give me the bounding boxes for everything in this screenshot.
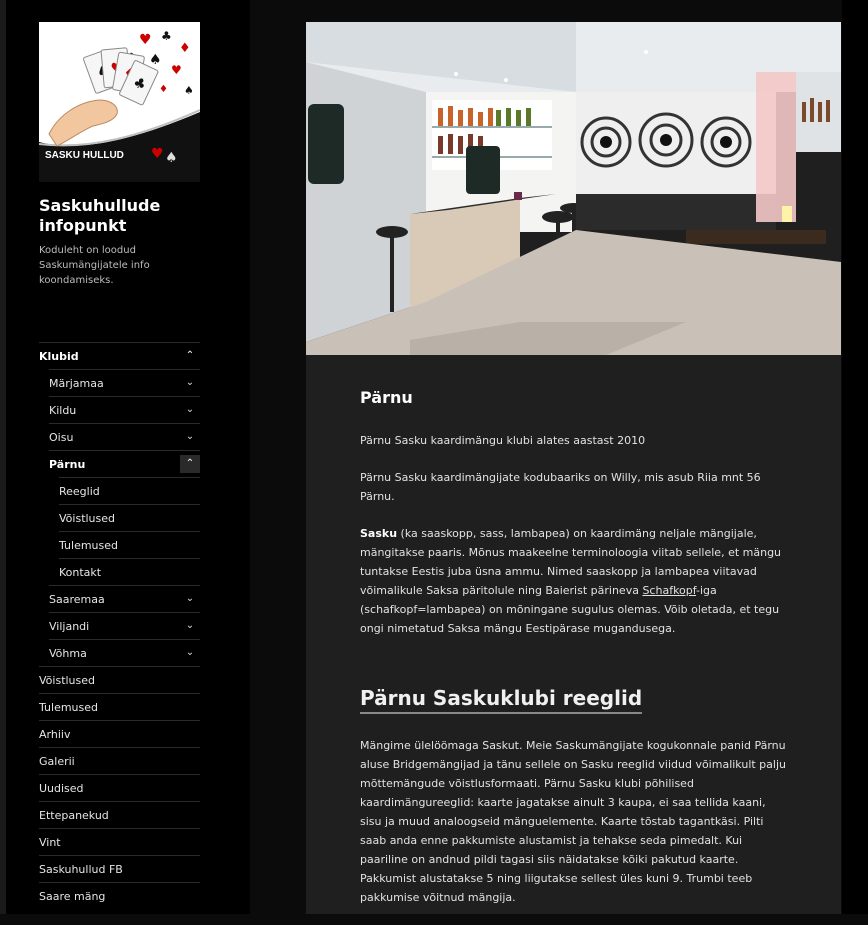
nav-item-label: Võistlused (59, 512, 116, 525)
nav-item[interactable]: Saskuhullud FB (39, 855, 200, 882)
chevron-down-icon[interactable]: ⌄ (180, 374, 200, 392)
nav-item[interactable]: Pärnu ⌃ (49, 450, 200, 477)
nav-item[interactable]: Vint (39, 828, 200, 855)
nav-item[interactable]: Märjamaa ⌄ (49, 369, 200, 396)
nav-item-label: Vint (39, 836, 61, 849)
nav-item-label: Oisu (49, 431, 74, 444)
nav-item-label: Võistlused (39, 674, 96, 687)
chevron-down-icon[interactable]: ⌄ (180, 590, 200, 608)
chevron-down-icon[interactable]: ⌄ (180, 617, 200, 635)
schafkopf-link[interactable]: Schafkopf (642, 584, 696, 597)
nav-item-label: Saare mäng (39, 890, 106, 903)
nav-item[interactable]: Klubid ⌃ (39, 342, 200, 369)
hero-image (306, 22, 841, 355)
post-paragraph-3: Sasku (ka saaskopp, sass, lambapea) on k… (360, 524, 790, 638)
nav-item-label: Tulemused (59, 539, 119, 552)
nav-item-label: Arhiiv (39, 728, 71, 741)
nav-item-label: Galerii (39, 755, 75, 768)
nav-item[interactable]: Oisu ⌄ (49, 423, 200, 450)
main-content: Pärnu Pärnu Sasku kaardimängu klubi alat… (306, 22, 841, 914)
post-article: Pärnu Pärnu Sasku kaardimängu klubi alat… (360, 388, 790, 925)
nav-item-label: Märjamaa (49, 377, 104, 390)
svg-text:♥: ♥ (139, 32, 152, 48)
logo-text: SASKU HULLUD (45, 150, 124, 161)
nav-item[interactable]: Saaremaa ⌄ (49, 585, 200, 612)
nav-item-label: Reeglid (59, 485, 100, 498)
nav-item[interactable]: Saare mäng (39, 882, 200, 909)
site-description: Koduleht on loodud Saskumängijatele info… (39, 245, 150, 286)
main-navigation: Klubid ⌃ Märjamaa ⌄ Kildu ⌄ Oisu ⌄ Pärnu ⌃ Reeglid… (39, 342, 200, 909)
rules-heading[interactable]: Pärnu Saskuklubi reeglid (360, 686, 643, 714)
nav-item[interactable]: Võistlused (39, 666, 200, 693)
site-logo[interactable]: ♥ ♣ ♦ ♠ ♥ ♣ ♠ ♦ ♠ ♥ ♦ (39, 22, 200, 182)
nav-item[interactable]: Viljandi ⌄ (49, 612, 200, 639)
chevron-up-icon[interactable]: ⌃ (180, 455, 200, 473)
nav-item-label: Klubid (39, 350, 79, 363)
right-edge (842, 0, 868, 914)
nav-item-label: Ettepanekud (39, 809, 109, 822)
svg-text:♦: ♦ (159, 84, 168, 95)
chevron-up-icon[interactable]: ⌃ (180, 347, 200, 365)
post-title: Pärnu (360, 388, 413, 407)
svg-text:♦: ♦ (179, 41, 191, 56)
nav-item-label: Saskuhullud FB (39, 863, 123, 876)
nav-item[interactable]: Kildu ⌄ (49, 396, 200, 423)
nav-item[interactable]: Tulemused (39, 693, 200, 720)
svg-text:♠: ♠ (149, 52, 162, 68)
nav-item-label: Viljandi (49, 620, 90, 633)
chevron-down-icon[interactable]: ⌄ (180, 401, 200, 419)
nav-item[interactable]: Ettepanekud (39, 801, 200, 828)
sasku-strong: Sasku (360, 527, 398, 540)
sidebar: ♥ ♣ ♦ ♠ ♥ ♣ ♠ ♦ ♠ ♥ ♦ (6, 0, 250, 914)
svg-text:♣: ♣ (161, 29, 172, 43)
nav-item-label: Kontakt (59, 566, 102, 579)
nav-item[interactable]: Uudised (39, 774, 200, 801)
nav-item[interactable]: Võistlused (59, 504, 200, 531)
chevron-down-icon[interactable]: ⌄ (180, 428, 200, 446)
post-paragraph-4: Mängime ülelöömaga Saskut. Meie Saskumän… (360, 739, 786, 904)
nav-item[interactable]: Võhma ⌄ (49, 639, 200, 666)
site-title[interactable]: Saskuhullude infopunkt (39, 196, 209, 236)
nav-item[interactable]: Tulemused (59, 531, 200, 558)
nav-item[interactable]: Galerii (39, 747, 200, 774)
nav-item-label: Uudised (39, 782, 84, 795)
svg-text:♠: ♠ (165, 150, 178, 166)
chevron-down-icon[interactable]: ⌄ (180, 644, 200, 662)
post-paragraph-1: Pärnu Sasku kaardimängu klubi alates aas… (360, 434, 646, 447)
paragraph-3-text-a: (ka saaskopp, sass, lambapea) on kaardim… (360, 527, 782, 597)
nav-item-label: Kildu (49, 404, 77, 417)
svg-text:♥: ♥ (151, 146, 164, 162)
nav-item[interactable]: Reeglid (59, 477, 200, 504)
nav-item-label: Pärnu (49, 458, 86, 471)
page: ♥ ♣ ♦ ♠ ♥ ♣ ♠ ♦ ♠ ♥ ♦ (0, 0, 868, 914)
svg-text:♠: ♠ (184, 84, 194, 97)
nav-item-label: Tulemused (39, 701, 99, 714)
nav-item-label: Saaremaa (49, 593, 105, 606)
nav-item[interactable]: Arhiiv (39, 720, 200, 747)
nav-item[interactable]: Kontakt (59, 558, 200, 585)
svg-text:♥: ♥ (171, 63, 182, 77)
nav-item-label: Võhma (49, 647, 87, 660)
post-paragraph-2: Pärnu Sasku kaardimängijate kodubaariks … (360, 471, 761, 503)
